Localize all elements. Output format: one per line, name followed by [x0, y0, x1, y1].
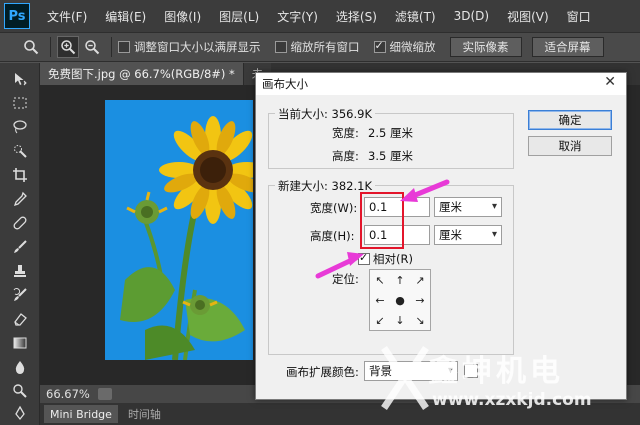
lasso-tool-icon[interactable]: [10, 117, 30, 137]
relative-checkbox[interactable]: [358, 251, 370, 265]
toolbox: [0, 63, 40, 425]
menu-file[interactable]: 文件(F): [38, 8, 96, 25]
scrubby-zoom-label: 细微缩放: [389, 40, 436, 54]
anchor-grid: ↖ ↑ ↗ ← ● → ↙ ↓ ↘: [369, 269, 431, 331]
anchor-top-left[interactable]: ↖: [370, 270, 390, 290]
separator: [50, 37, 51, 57]
options-bar: 调整窗口大小以满屏显示 缩放所有窗口 细微缩放 实际像素 适合屏幕: [0, 32, 640, 62]
sunflower-image: [105, 100, 253, 360]
chevron-down-icon: ▾: [447, 365, 453, 376]
dialog-title: 画布大小: [262, 77, 308, 91]
extension-color-value: 背景: [369, 364, 392, 378]
menu-window[interactable]: 窗口: [558, 8, 600, 25]
brush-tool-icon[interactable]: [10, 237, 30, 257]
menu-view[interactable]: 视图(V): [498, 8, 558, 25]
status-info-icon[interactable]: [97, 388, 112, 400]
resize-windows-option[interactable]: 调整窗口大小以满屏显示: [118, 39, 261, 55]
anchor-top-right[interactable]: ↗: [410, 270, 430, 290]
dialog-title-bar: 画布大小 ✕: [256, 73, 626, 95]
dodge-tool-icon[interactable]: [10, 381, 30, 401]
photoshop-logo: Ps: [4, 3, 30, 29]
current-height-label: 高度:: [332, 149, 359, 163]
tab-timeline[interactable]: 时间轴: [122, 405, 167, 423]
eyedropper-tool-icon[interactable]: [10, 189, 30, 209]
relative-label: 相对(R): [373, 252, 413, 266]
eraser-tool-icon[interactable]: [10, 309, 30, 329]
new-height-label: 高度(H):: [310, 229, 355, 243]
pen-tool-icon[interactable]: [10, 403, 30, 423]
tab-mini-bridge[interactable]: Mini Bridge: [44, 405, 118, 423]
height-unit-value: 厘米: [439, 228, 462, 242]
anchor-bottom-left[interactable]: ↙: [370, 310, 390, 330]
width-unit-select[interactable]: 厘米 ▾: [434, 197, 502, 217]
current-width-value: 2.5 厘米: [368, 126, 413, 140]
zoom-all-option[interactable]: 缩放所有窗口: [274, 39, 360, 55]
quick-selection-tool-icon[interactable]: [10, 141, 30, 161]
actual-pixels-button[interactable]: 实际像素: [449, 37, 522, 57]
menu-layer[interactable]: 图层(L): [210, 8, 268, 25]
canvas-size-dialog: 画布大小 ✕ 当前大小: 356.9K 宽度: 2.5 厘米 高度: 3.5 厘…: [255, 72, 627, 400]
clone-stamp-tool-icon[interactable]: [10, 261, 30, 281]
scrubby-zoom-option[interactable]: 细微缩放: [373, 39, 436, 55]
zoom-level[interactable]: 66.67%: [46, 387, 90, 401]
bottom-panel-tabs: Mini Bridge 时间轴: [40, 403, 640, 425]
chevron-down-icon: ▾: [491, 201, 497, 212]
zoom-out-icon[interactable]: [81, 36, 103, 58]
gradient-tool-icon[interactable]: [10, 333, 30, 353]
current-size-label: 当前大小: 356.9K: [275, 106, 375, 122]
highlight-box: [360, 192, 404, 249]
zoom-tool-icon[interactable]: [20, 36, 42, 58]
menu-filter[interactable]: 滤镜(T): [386, 8, 445, 25]
crop-tool-icon[interactable]: [10, 165, 30, 185]
ok-button[interactable]: 确定: [528, 110, 612, 130]
healing-brush-tool-icon[interactable]: [10, 213, 30, 233]
new-width-label: 宽度(W):: [310, 201, 358, 215]
document-tab-active[interactable]: 免费图下.jpg @ 66.7%(RGB/8#) *: [40, 63, 243, 85]
chevron-down-icon: ▾: [491, 229, 497, 240]
scrubby-zoom-checkbox[interactable]: [373, 39, 386, 53]
width-unit-value: 厘米: [439, 200, 462, 214]
zoom-all-label: 缩放所有窗口: [290, 40, 360, 54]
separator: [111, 37, 112, 57]
anchor-label: 定位:: [332, 272, 359, 286]
menu-select[interactable]: 选择(S): [327, 8, 386, 25]
anchor-center[interactable]: ●: [390, 290, 410, 310]
zoom-all-checkbox[interactable]: [274, 41, 287, 53]
menu-edit[interactable]: 编辑(E): [96, 8, 155, 25]
current-width-label: 宽度:: [332, 126, 359, 140]
height-unit-select[interactable]: 厘米 ▾: [434, 225, 502, 245]
resize-windows-label: 调整窗口大小以满屏显示: [134, 40, 261, 54]
anchor-top[interactable]: ↑: [390, 270, 410, 290]
anchor-left[interactable]: ←: [370, 290, 390, 310]
close-icon[interactable]: ✕: [604, 74, 616, 90]
menu-image[interactable]: 图像(I): [155, 8, 210, 25]
anchor-bottom[interactable]: ↓: [390, 310, 410, 330]
history-brush-tool-icon[interactable]: [10, 285, 30, 305]
menu-bar: Ps 文件(F) 编辑(E) 图像(I) 图层(L) 文字(Y) 选择(S) 滤…: [0, 0, 640, 32]
anchor-right[interactable]: →: [410, 290, 430, 310]
move-tool-icon[interactable]: [10, 69, 30, 89]
resize-windows-checkbox[interactable]: [118, 41, 130, 53]
marquee-tool-icon[interactable]: [10, 93, 30, 113]
fit-screen-button[interactable]: 适合屏幕: [531, 37, 604, 57]
current-height-value: 3.5 厘米: [368, 149, 413, 163]
blur-tool-icon[interactable]: [10, 357, 30, 377]
anchor-bottom-right[interactable]: ↘: [410, 310, 430, 330]
menu-3d[interactable]: 3D(D): [445, 9, 498, 23]
cancel-button[interactable]: 取消: [528, 136, 612, 156]
zoom-in-icon[interactable]: [57, 36, 79, 58]
menu-type[interactable]: 文字(Y): [268, 8, 327, 25]
extension-color-label: 画布扩展颜色:: [286, 365, 359, 379]
extension-color-select[interactable]: 背景 ▾: [364, 361, 458, 381]
extension-color-swatch[interactable]: [464, 364, 478, 378]
